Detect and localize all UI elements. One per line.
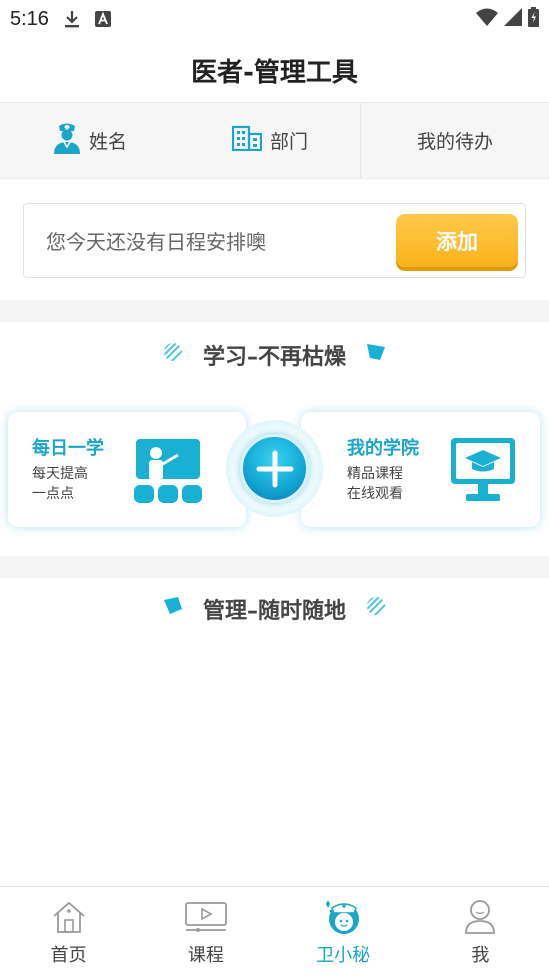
name-cell[interactable]: 姓名 — [0, 103, 180, 178]
add-schedule-button[interactable]: 添加 — [396, 214, 518, 267]
academy-line1: 精品课程 — [347, 466, 403, 482]
tab-home[interactable]: 首页 — [0, 887, 137, 977]
info-row: 姓名 部门 我的待办 — [0, 102, 549, 179]
video-icon — [184, 897, 228, 937]
nurse-icon — [323, 897, 363, 937]
section-divider-2 — [0, 556, 549, 578]
status-time: 5:16 — [10, 7, 49, 30]
tab-me-label: 我 — [471, 945, 490, 966]
todo-label: 我的待办 — [416, 131, 493, 153]
gem-icon — [163, 596, 183, 622]
daily-study-card[interactable]: 每日一学 每天提高 一点点 — [8, 412, 246, 527]
teacher-board-icon — [134, 437, 202, 507]
app-notification-icon — [94, 11, 111, 27]
tab-assistant-label: 卫小秘 — [316, 945, 371, 966]
name-label: 姓名 — [88, 131, 127, 153]
academy-card[interactable]: 我的学院 精品课程 在线观看 — [301, 412, 540, 527]
page-title: 医者-管理工具 — [191, 57, 358, 88]
battery-icon — [528, 7, 539, 31]
bottom-tab-bar: 首页 课程 卫小秘 我 — [0, 886, 549, 977]
daily-study-line1: 每天提高 — [32, 466, 88, 482]
tab-me[interactable]: 我 — [412, 887, 549, 977]
section-divider — [0, 300, 549, 322]
doctor-icon — [53, 122, 81, 159]
dept-label: 部门 — [269, 131, 308, 153]
study-section-header: 学习–不再枯燥 — [0, 338, 549, 372]
add-plus-button[interactable] — [240, 434, 309, 503]
study-section-title: 学习–不再枯燥 — [202, 345, 346, 370]
download-icon — [63, 9, 81, 29]
daily-study-line2: 一点点 — [32, 486, 74, 502]
signal-icon — [504, 8, 522, 30]
manage-section-title: 管理–随时随地 — [202, 599, 346, 624]
schedule-card: 您今天还没有日程安排噢 添加 — [23, 203, 526, 278]
plus-icon — [256, 450, 293, 487]
tab-home-label: 首页 — [50, 945, 87, 966]
striped-circle-icon — [163, 342, 183, 368]
home-icon — [51, 897, 87, 937]
manage-section-header: 管理–随时随地 — [0, 592, 549, 626]
building-icon — [231, 125, 263, 156]
daily-study-title: 每日一学 — [32, 438, 104, 459]
gem-icon — [366, 342, 386, 368]
dept-cell[interactable]: 部门 — [180, 103, 360, 178]
wifi-icon — [476, 8, 498, 30]
status-bar: 5:16 — [0, 0, 549, 38]
app-header: 医者-管理工具 — [0, 38, 549, 102]
tab-assistant[interactable]: 卫小秘 — [275, 887, 412, 977]
tab-courses[interactable]: 课程 — [137, 887, 274, 977]
academy-title: 我的学院 — [347, 438, 419, 459]
graduation-monitor-icon — [449, 436, 517, 508]
person-icon — [463, 897, 497, 937]
tab-courses-label: 课程 — [187, 945, 224, 966]
app-screen: 5:16 医者-管理工具 姓名 部门 我的待办 您今天还没有日程安排噢 添加 学… — [0, 0, 549, 977]
todo-cell[interactable]: 我的待办 — [360, 103, 549, 178]
striped-circle-icon — [366, 596, 386, 622]
schedule-empty-text: 您今天还没有日程安排噢 — [46, 230, 266, 254]
academy-line2: 在线观看 — [347, 486, 403, 502]
